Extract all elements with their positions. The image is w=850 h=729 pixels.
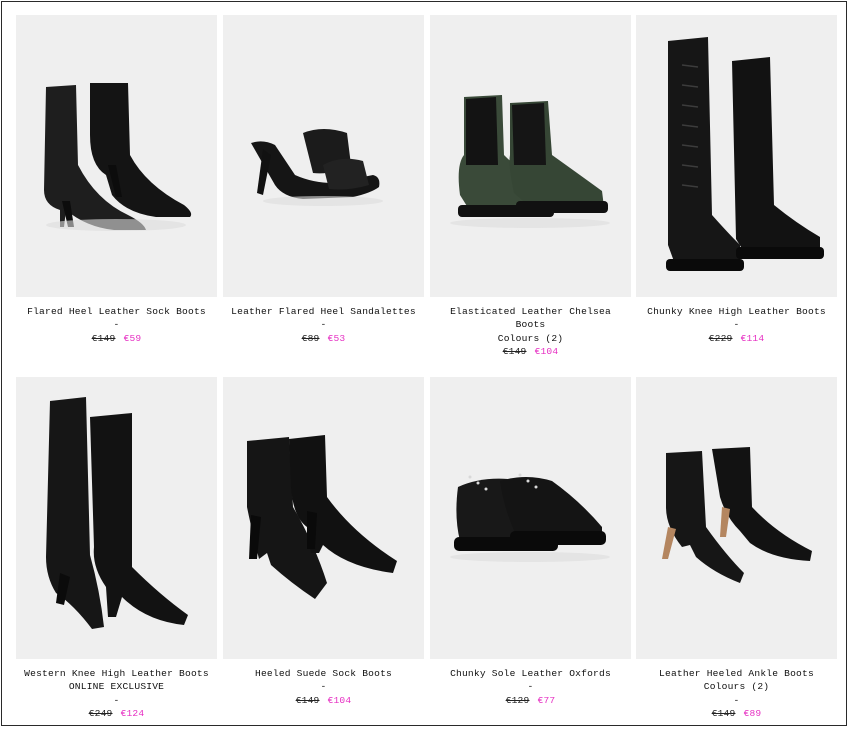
price-row: €249 €124 bbox=[16, 707, 217, 720]
product-card: Heeled Suede Sock Boots - €149 €104 bbox=[223, 377, 424, 707]
product-name[interactable]: Chunky Knee High Leather Boots bbox=[636, 305, 837, 318]
product-name[interactable]: Western Knee High Leather Boots bbox=[16, 667, 217, 680]
sale-price: €89 bbox=[743, 707, 762, 719]
product-image[interactable] bbox=[636, 15, 837, 297]
product-card: Elasticated Leather Chelsea Boots Colour… bbox=[430, 15, 631, 358]
price-row: €229 €114 bbox=[636, 332, 837, 345]
sale-price: €124 bbox=[120, 707, 145, 719]
separator-dash: - bbox=[320, 681, 327, 693]
sandalettes-photo bbox=[251, 129, 383, 206]
colour-count: Colours (2) bbox=[497, 332, 564, 344]
product-info: Elasticated Leather Chelsea Boots Colour… bbox=[430, 305, 631, 358]
product-image[interactable] bbox=[223, 15, 424, 297]
separator-dash: - bbox=[113, 319, 120, 331]
colour-count: Colours (2) bbox=[703, 681, 770, 693]
product-name[interactable]: Chunky Sole Leather Oxfords bbox=[430, 667, 631, 680]
product-info: Leather Heeled Ankle Boots Colours (2) -… bbox=[636, 667, 837, 720]
product-image[interactable] bbox=[430, 377, 631, 659]
sale-price: €114 bbox=[740, 332, 765, 344]
original-price: €149 bbox=[91, 332, 116, 344]
product-image[interactable] bbox=[16, 377, 217, 659]
price-row: €149 €104 bbox=[223, 694, 424, 707]
product-image[interactable] bbox=[16, 15, 217, 297]
sale-price: €104 bbox=[327, 694, 352, 706]
original-price: €229 bbox=[708, 332, 733, 344]
separator-dash: - bbox=[733, 694, 740, 706]
online-exclusive-tag: ONLINE EXCLUSIVE bbox=[68, 681, 165, 693]
ankle-boots-photo bbox=[662, 447, 812, 583]
chelsea-boots-photo bbox=[450, 95, 610, 228]
product-card: Western Knee High Leather Boots ONLINE E… bbox=[16, 377, 217, 720]
sale-price: €77 bbox=[537, 694, 556, 706]
original-price: €129 bbox=[505, 694, 530, 706]
original-price: €249 bbox=[88, 707, 113, 719]
product-image[interactable] bbox=[636, 377, 837, 659]
sale-price: €53 bbox=[327, 332, 346, 344]
price-row: €89 €53 bbox=[223, 332, 424, 345]
product-info: Heeled Suede Sock Boots - €149 €104 bbox=[223, 667, 424, 707]
product-card: Flared Heel Leather Sock Boots - €149 €59 bbox=[16, 15, 217, 345]
separator-dash: - bbox=[527, 681, 534, 693]
separator-dash: - bbox=[113, 694, 120, 706]
price-row: €129 €77 bbox=[430, 694, 631, 707]
product-card: Chunky Sole Leather Oxfords - €129 €77 bbox=[430, 377, 631, 707]
product-name[interactable]: Elasticated Leather Chelsea bbox=[430, 305, 631, 318]
product-info: Leather Flared Heel Sandalettes - €89 €53 bbox=[223, 305, 424, 345]
original-price: €149 bbox=[295, 694, 320, 706]
separator-dash: - bbox=[733, 319, 740, 331]
price-row: €149 €89 bbox=[636, 707, 837, 720]
sale-price: €59 bbox=[123, 332, 142, 344]
product-info: Chunky Sole Leather Oxfords - €129 €77 bbox=[430, 667, 631, 707]
product-name-line2[interactable]: Boots bbox=[430, 318, 631, 331]
product-info: Flared Heel Leather Sock Boots - €149 €59 bbox=[16, 305, 217, 345]
sock-boots-photo bbox=[44, 83, 192, 231]
oxfords-photo bbox=[450, 473, 610, 562]
product-image[interactable] bbox=[223, 377, 424, 659]
product-name[interactable]: Heeled Suede Sock Boots bbox=[223, 667, 424, 680]
product-image[interactable] bbox=[430, 15, 631, 297]
original-price: €89 bbox=[301, 332, 320, 344]
price-row: €149 €104 bbox=[430, 345, 631, 358]
product-name[interactable]: Leather Heeled Ankle Boots bbox=[636, 667, 837, 680]
product-info: Chunky Knee High Leather Boots - €229 €11… bbox=[636, 305, 837, 345]
product-card: Leather Heeled Ankle Boots Colours (2) -… bbox=[636, 377, 837, 720]
suede-sock-boots-photo bbox=[247, 435, 397, 599]
product-info: Western Knee High Leather Boots ONLINE E… bbox=[16, 667, 217, 720]
sale-price: €104 bbox=[534, 345, 559, 357]
original-price: €149 bbox=[502, 345, 527, 357]
separator-dash: - bbox=[320, 319, 327, 331]
knee-high-lace-boots-photo bbox=[666, 37, 824, 271]
product-card: Chunky Knee High Leather Boots - €229 €11… bbox=[636, 15, 837, 345]
product-name[interactable]: Flared Heel Leather Sock Boots bbox=[16, 305, 217, 318]
price-row: €149 €59 bbox=[16, 332, 217, 345]
product-name[interactable]: Leather Flared Heel Sandalettes bbox=[223, 305, 424, 318]
western-boots-photo bbox=[46, 397, 188, 629]
product-grid: Flared Heel Leather Sock Boots - €149 €59… bbox=[1, 1, 847, 726]
product-card: Leather Flared Heel Sandalettes - €89 €53 bbox=[223, 15, 424, 345]
original-price: €149 bbox=[711, 707, 736, 719]
